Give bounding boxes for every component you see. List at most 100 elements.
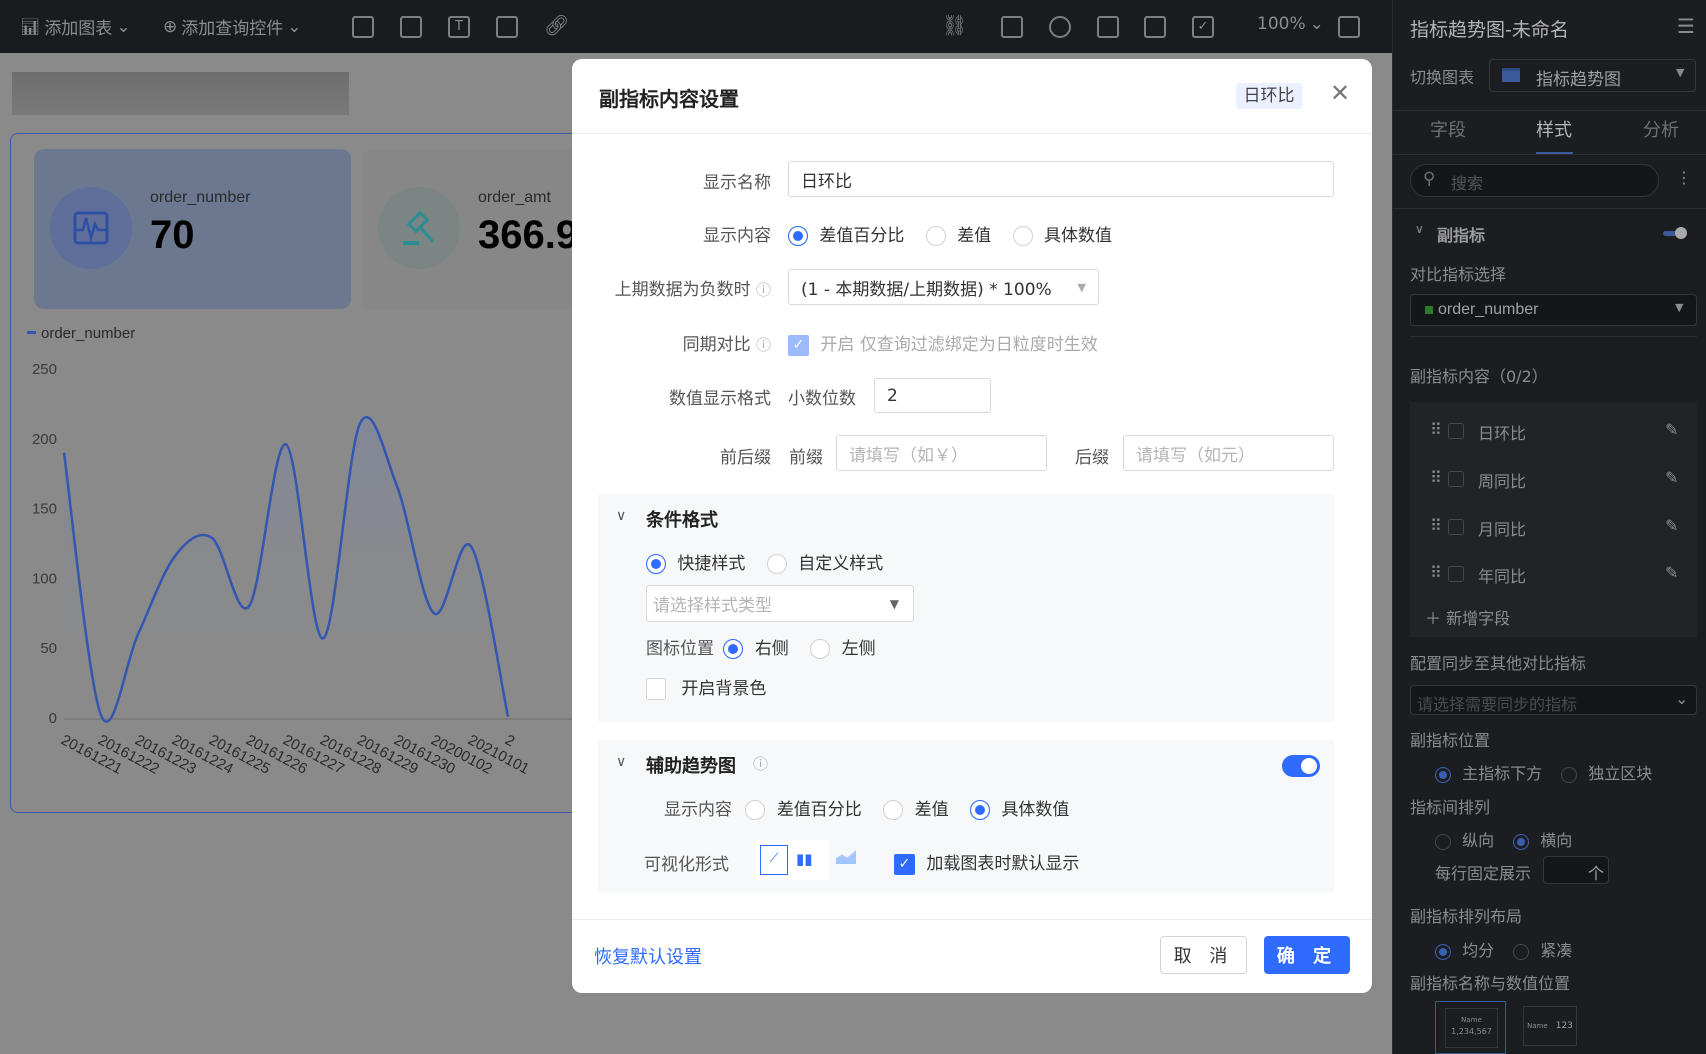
link-filter-icon[interactable]: ⛓︎: [942, 13, 967, 37]
caret-down-icon: ▼: [1077, 280, 1086, 294]
trend-chart: order_number0501001502002502016122120161…: [27, 325, 580, 778]
checkbox-checked[interactable]: ✓: [894, 853, 915, 875]
item-checkbox[interactable]: [1448, 566, 1464, 582]
name-pos-option-inline[interactable]: Name 123: [1523, 1006, 1577, 1046]
radio-even[interactable]: [1435, 943, 1451, 960]
drag-handle-icon[interactable]: ⠿: [1430, 420, 1442, 439]
chevron-down-icon[interactable]: ∨: [616, 508, 626, 524]
add-query-control-button[interactable]: ⊕ 添加查询控件 ⌄: [163, 14, 302, 40]
grid-icon[interactable]: [1338, 16, 1360, 38]
metric-card[interactable]: order_number 70: [34, 149, 351, 309]
radio-label: 差值: [914, 800, 949, 820]
bg-color-label: 开启背景色: [681, 679, 767, 699]
vis-form-label: 可视化形式: [644, 855, 729, 875]
info-icon[interactable]: ⓘ: [756, 336, 771, 354]
suffix-input[interactable]: 请填写（如元）: [1123, 435, 1334, 471]
radio-custom-style[interactable]: [766, 554, 787, 574]
radio-standalone[interactable]: [1561, 766, 1578, 783]
add-chart-button[interactable]: 📊︎ 添加图表 ⌄: [20, 14, 131, 40]
cancel-button[interactable]: 取 消: [1160, 936, 1247, 974]
checkbox[interactable]: [646, 678, 666, 700]
list-item[interactable]: ⠿ 年同比 ✎: [1410, 563, 1697, 587]
radio-left[interactable]: [810, 639, 831, 659]
drag-handle-icon[interactable]: ⠿: [1430, 563, 1442, 582]
info-icon[interactable]: ⓘ: [756, 281, 771, 299]
bar-chart-icon[interactable]: ▮▮: [796, 850, 813, 868]
more-icon[interactable]: ⋮: [1676, 168, 1692, 187]
tab-fields[interactable]: 字段: [1430, 116, 1466, 142]
radio-diff-percent[interactable]: [745, 800, 766, 820]
tab-analysis[interactable]: 分析: [1643, 116, 1679, 142]
text-icon[interactable]: T: [448, 16, 470, 38]
legend-label[interactable]: order_number: [41, 325, 135, 342]
radio-below-main[interactable]: [1435, 766, 1451, 783]
tab-style[interactable]: 样式: [1536, 116, 1572, 142]
list-item[interactable]: ⠿ 日环比 ✎: [1410, 420, 1697, 444]
chart-type-select[interactable]: 指标趋势图 ▼: [1489, 59, 1696, 92]
list-item[interactable]: ⠿ 周同比 ✎: [1410, 468, 1697, 492]
prefix-input[interactable]: 请填写（如￥）: [836, 435, 1047, 471]
zoom-select[interactable]: 100% ⌄: [1257, 14, 1324, 34]
radio-diff-percent[interactable]: [788, 226, 808, 246]
display-name-input[interactable]: 日环比: [788, 161, 1334, 197]
collapse-panel-icon[interactable]: ☰: [1677, 14, 1695, 38]
check-icon[interactable]: ✓: [1192, 16, 1214, 38]
theme-icon[interactable]: [1049, 16, 1071, 38]
default-show-check[interactable]: ✓ 加载图表时默认显示: [894, 849, 1079, 875]
preview-icon[interactable]: [1144, 16, 1166, 38]
chart-type-value: 指标趋势图: [1536, 70, 1621, 90]
compare-select[interactable]: order_number ▼: [1410, 294, 1697, 326]
link-icon[interactable]: 🔗︎: [544, 13, 569, 37]
list-item[interactable]: ⠿ 月同比 ✎: [1410, 516, 1697, 540]
radio-diff[interactable]: [925, 226, 946, 246]
radio-actual[interactable]: [1012, 226, 1033, 246]
section-toggle[interactable]: [1663, 227, 1687, 239]
drag-handle-icon[interactable]: ⠿: [1430, 516, 1442, 535]
style-type-select[interactable]: 请选择样式类型 ▼: [646, 585, 914, 622]
edit-icon[interactable]: ✎: [1665, 468, 1678, 487]
decimal-input[interactable]: 2: [874, 378, 991, 413]
publish-icon[interactable]: [1097, 16, 1119, 38]
search-input[interactable]: ⚲ 搜索: [1410, 164, 1659, 197]
tab-container-icon[interactable]: [400, 16, 422, 38]
item-checkbox[interactable]: [1448, 471, 1464, 487]
radio-vertical[interactable]: [1435, 833, 1451, 850]
affix-label: 前后缀: [720, 448, 771, 468]
image-icon[interactable]: [496, 16, 518, 38]
item-label: 周同比: [1478, 472, 1527, 491]
negative-formula-select[interactable]: (1 - 本期数据/上期数据) * 100% ▼: [788, 269, 1099, 305]
confirm-button[interactable]: 确 定: [1264, 936, 1350, 974]
reset-defaults-link[interactable]: 恢复默认设置: [594, 943, 702, 969]
layout-icon[interactable]: [352, 16, 374, 38]
chevron-down-icon[interactable]: ∨: [616, 754, 626, 770]
bg-color-check[interactable]: 开启背景色: [646, 674, 766, 700]
chevron-down-icon[interactable]: ∨: [1415, 222, 1424, 236]
line-chart-icon[interactable]: ⟋: [760, 845, 788, 875]
name-pos-option-stacked[interactable]: Name 1,234,567: [1435, 1001, 1506, 1054]
radio-compact[interactable]: [1513, 943, 1530, 960]
edit-icon[interactable]: ✎: [1665, 420, 1678, 439]
radio-quick-style[interactable]: [646, 554, 666, 574]
item-checkbox[interactable]: [1448, 519, 1464, 535]
y-tick-label: 150: [32, 501, 57, 518]
per-row-input[interactable]: 个: [1543, 856, 1609, 884]
item-checkbox[interactable]: [1448, 423, 1464, 439]
close-icon[interactable]: ✕: [1330, 79, 1350, 107]
edit-icon[interactable]: ✎: [1665, 563, 1678, 582]
edit-icon[interactable]: ✎: [1665, 516, 1678, 535]
sync-select[interactable]: 请选择需要同步的指标 ⌄: [1410, 685, 1697, 715]
default-show-label: 加载图表时默认显示: [926, 854, 1080, 874]
same-period-check[interactable]: ✓ 开启 仅查询过滤绑定为日粒度时生效: [788, 330, 1098, 356]
radio-diff[interactable]: [883, 800, 904, 820]
add-field-button[interactable]: ＋ 新增字段: [1425, 605, 1510, 629]
info-icon[interactable]: ⓘ: [753, 753, 768, 774]
trend-toggle[interactable]: [1282, 755, 1320, 777]
area-chart-icon[interactable]: [836, 850, 856, 864]
document-icon[interactable]: [1001, 16, 1023, 38]
checkbox-checked-disabled[interactable]: ✓: [788, 334, 809, 356]
radio-horizontal[interactable]: [1513, 833, 1530, 850]
drag-handle-icon[interactable]: ⠿: [1430, 468, 1442, 487]
radio-actual[interactable]: [970, 800, 991, 820]
conditional-format-section: ∨ 条件格式 快捷样式 自定义样式 请选择样式类型 ▼ 图标位置 右侧 左侧 开…: [598, 494, 1334, 722]
radio-right[interactable]: [723, 639, 744, 659]
